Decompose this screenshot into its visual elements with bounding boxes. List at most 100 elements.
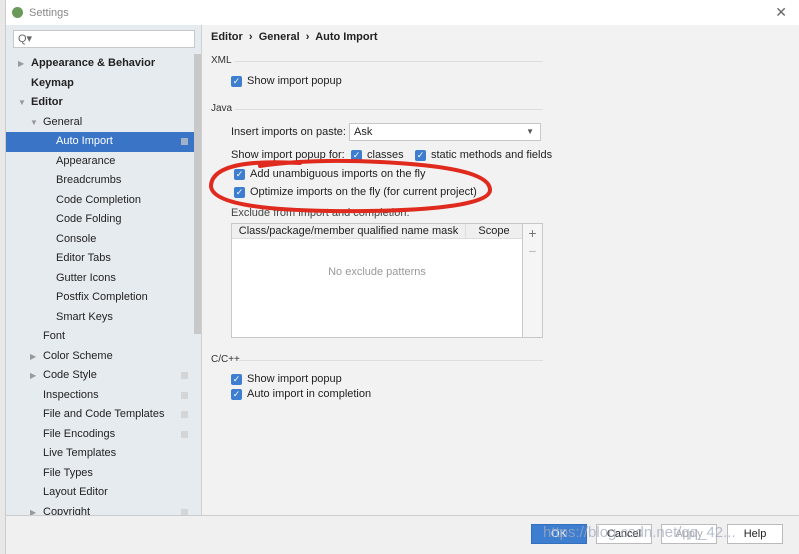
add-pattern-button[interactable]: + [523,224,542,242]
select-value: Ask [354,126,373,138]
sidebar-item-label: General [43,115,83,128]
column-header-mask[interactable]: Class/package/member qualified name mask [232,224,466,238]
sidebar-item-label: Keymap [31,76,74,89]
sidebar-item-font[interactable]: Font [6,327,194,347]
sidebar-item-label: File and Code Templates [43,408,165,420]
dropdown-arrow-icon: ▼ [526,127,534,136]
checkbox-label: Show import popup [247,75,342,87]
sidebar-item-label: Layout Editor [43,486,108,498]
sidebar-item-appearance[interactable]: Appearance [6,152,194,172]
sidebar-item-label: Live Templates [43,447,117,459]
checkbox-checked-icon: ✓ [234,168,245,180]
sidebar-item-label: Breadcrumbs [56,174,122,186]
breadcrumb-general: General [258,31,300,43]
sidebar-item-console[interactable]: Console [6,230,194,250]
sidebar-item-code-folding[interactable]: Code Folding [6,210,194,230]
sidebar-item-gutter-icons[interactable]: Gutter Icons [6,269,194,289]
project-scope-icon [181,372,188,379]
sidebar-scrollbar[interactable] [194,54,201,334]
settings-window: Settings ✕ Q▾ ▶ Appearance & Behavior Keym… [5,0,799,554]
sidebar-item-label: Gutter Icons [56,271,116,284]
sidebar-item-postfix-completion[interactable]: Postfix Completion [6,288,194,308]
breadcrumb-auto-import: Auto Import [315,31,378,43]
insert-imports-select[interactable]: Ask ▼ [349,123,541,141]
sidebar-item-label: Code Style [43,369,97,381]
sidebar-item-code-completion[interactable]: Code Completion [6,191,194,211]
sidebar-item-file-and-code-templates[interactable]: File and Code Templates [6,405,194,425]
sidebar-item-live-templates[interactable]: Live Templates [6,444,194,464]
sidebar-item-label: File Encodings [43,427,116,440]
xml-show-import-popup-checkbox[interactable]: ✓ Show import popup [231,75,342,87]
watermark: https://blog.csdn.net/qq_42... [543,524,736,541]
sidebar-item-label: File Types [43,466,93,479]
sidebar-item-label: Editor [31,96,63,108]
sidebar-item-label: Editor Tabs [56,252,111,264]
sidebar-item-code-style[interactable]: ▶ Code Style [6,366,194,386]
classes-checkbox[interactable]: ✓ classes [351,149,404,161]
optimize-imports-checkbox[interactable]: ✓ Optimize imports on the fly (for curren… [234,186,477,198]
chevron-right-icon[interactable]: ▶ [30,347,36,367]
sidebar-item-editor[interactable]: ▼ Editor [6,93,194,113]
exclude-label: Exclude from import and completion: [231,207,410,219]
sidebar-item-copyright[interactable]: ▶ Copyright [6,503,194,516]
checkbox-checked-icon: ✓ [231,75,242,87]
checkbox-label: Auto import in completion [247,388,372,400]
checkbox-label: Add unambiguous imports on the fly [250,168,426,180]
insert-imports-label: Insert imports on paste: [231,126,346,138]
table-toolbar: + − [523,223,543,338]
sidebar-item-label: Appearance [56,154,116,167]
chevron-down-icon[interactable]: ▼ [18,93,26,113]
sidebar-item-label: Auto Import [56,135,113,147]
chevron-right-icon[interactable]: ▶ [30,503,36,516]
checkbox-checked-icon: ✓ [231,388,242,400]
window-title: Settings [29,6,69,19]
project-scope-icon [181,430,188,438]
chevron-right-icon[interactable]: ▶ [30,366,36,386]
sidebar-item-inspections[interactable]: Inspections [6,386,194,406]
settings-search-input[interactable]: Q▾ [13,30,195,48]
sidebar-item-label: Appearance & Behavior [31,57,156,69]
project-scope-icon [181,391,188,399]
breadcrumb-editor: Editor [211,31,243,43]
sidebar-item-general[interactable]: ▼ General [6,113,194,133]
breadcrumb: Editor › General › Auto Import [211,31,378,43]
auto-import-panel: Editor › General › Auto Import XML ✓ Show… [203,25,799,515]
sidebar-item-smart-keys[interactable]: Smart Keys [6,308,194,328]
chevron-right-icon[interactable]: ▶ [18,54,24,74]
close-icon[interactable]: ✕ [775,4,787,21]
remove-pattern-button[interactable]: − [523,242,542,260]
sidebar-item-file-encodings[interactable]: File Encodings [6,425,194,445]
checkbox-checked-icon: ✓ [234,186,245,198]
sidebar-item-label: Smart Keys [56,310,113,323]
sidebar-item-auto-import[interactable]: Auto Import [6,132,194,152]
add-unambiguous-imports-checkbox[interactable]: ✓ Add unambiguous imports on the fly [234,168,426,180]
checkbox-checked-icon: ✓ [415,149,426,161]
breadcrumb-separator: › [305,31,310,43]
sidebar-item-editor-tabs[interactable]: Editor Tabs [6,249,194,269]
auto-import-completion-checkbox[interactable]: ✓ Auto import in completion [231,388,371,400]
cpp-show-import-popup-checkbox[interactable]: ✓ Show import popup [231,373,342,385]
empty-state-text: No exclude patterns [328,266,426,278]
sidebar-item-label: Code Folding [56,213,122,225]
java-section-title: Java [211,103,233,114]
sidebar-item-label: Console [56,232,97,245]
show-popup-for-label: Show import popup for: [231,149,345,161]
sidebar-item-appearance-behavior[interactable]: ▶ Appearance & Behavior [6,54,194,74]
sidebar-item-file-types[interactable]: File Types [6,464,194,484]
chevron-down-icon[interactable]: ▼ [30,113,38,133]
sidebar-item-breadcrumbs[interactable]: Breadcrumbs [6,171,194,191]
project-scope-icon [181,138,188,145]
column-header-scope[interactable]: Scope [466,224,522,238]
checkbox-label: Optimize imports on the fly (for current… [250,186,477,198]
table-header: Class/package/member qualified name mask… [232,224,522,239]
sidebar-item-layout-editor[interactable]: Layout Editor [6,483,194,503]
sidebar-item-color-scheme[interactable]: ▶ Color Scheme [6,347,194,367]
sidebar-item-keymap[interactable]: Keymap [6,74,194,94]
xml-section-title: XML [211,55,232,66]
checkbox-label: Show import popup [247,373,342,385]
sidebar-item-label: Font [43,330,66,342]
divider [235,109,543,110]
exclude-patterns-table[interactable]: Class/package/member qualified name mask… [231,223,523,338]
checkbox-label: static methods and fields [431,149,553,161]
static-methods-checkbox[interactable]: ✓ static methods and fields [415,149,552,161]
